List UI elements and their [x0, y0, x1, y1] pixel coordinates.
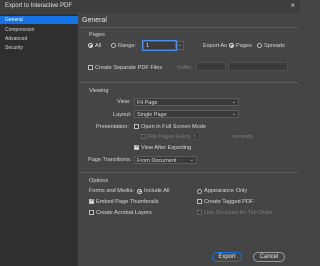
seconds-label: seconds: [232, 133, 253, 140]
viewing-group-label: Viewing: [89, 88, 109, 94]
embed-thumbnails-checkbox[interactable]: [89, 198, 94, 204]
chevron-down-icon: ⌄: [231, 99, 236, 105]
view-after-exporting-checkbox[interactable]: [134, 144, 139, 150]
presentation-label: Presentation:: [96, 124, 129, 130]
chevron-down-icon: ⌄: [231, 111, 236, 117]
range-input[interactable]: 1: [142, 40, 177, 51]
appearance-only-radio[interactable]: [197, 188, 202, 194]
page-transitions-label: Page Transitions:: [88, 157, 132, 163]
pages-all-radio[interactable]: [88, 43, 93, 48]
embed-thumbnails-label: Embed Page Thumbnails: [96, 198, 159, 205]
full-screen-label: Open in Full Screen Mode: [141, 123, 206, 130]
pages-all-label: All: [95, 42, 102, 49]
page-transitions-value: From Document: [137, 157, 177, 164]
sidebar-item-general[interactable]: General: [0, 16, 78, 24]
tab-order-checkbox[interactable]: [197, 210, 202, 215]
suffix-value-field[interactable]: [228, 62, 288, 71]
export-spreads-radio[interactable]: [257, 43, 262, 48]
chevron-down-icon: ⌄: [177, 42, 182, 48]
sidebar-item-security[interactable]: Security: [0, 44, 78, 52]
include-all-radio[interactable]: [137, 188, 142, 194]
tagged-pdf-checkbox[interactable]: [197, 199, 202, 204]
full-screen-checkbox[interactable]: [134, 124, 139, 129]
range-dropdown[interactable]: ⌄: [177, 41, 184, 50]
export-pages-radio[interactable]: [229, 43, 234, 48]
suffix-field[interactable]: [196, 62, 226, 71]
divider: [80, 27, 298, 28]
tab-order-label: Use Structure for Tab Order: [204, 209, 273, 216]
divider: [80, 172, 298, 173]
pages-range-label: Range:: [118, 42, 137, 49]
acrobat-layers-checkbox[interactable]: [89, 210, 94, 215]
export-spreads-label: Spreads: [264, 42, 285, 49]
close-icon[interactable]: ×: [290, 1, 295, 10]
flip-pages-label: Flip Pages Every:: [148, 133, 192, 140]
layout-value: Single Page: [137, 111, 167, 118]
window-title: Export to Interactive PDF: [5, 3, 73, 9]
pages-range-radio[interactable]: [111, 43, 116, 48]
sidebar-item-advanced[interactable]: Advanced: [0, 35, 78, 43]
appearance-only-label: Appearance Only: [204, 188, 248, 194]
flip-pages-checkbox[interactable]: [141, 134, 146, 139]
layout-dropdown[interactable]: Single Page ⌄: [134, 110, 239, 118]
forms-media-label: Forms and Media:: [89, 188, 135, 194]
cancel-button[interactable]: Cancel: [253, 252, 285, 262]
pages-group-label: Pages: [89, 32, 105, 38]
export-button[interactable]: Export: [212, 252, 242, 262]
page-title: General: [82, 17, 107, 24]
separate-files-checkbox[interactable]: [88, 65, 93, 70]
flip-seconds-value: 5: [193, 133, 197, 140]
suffix-label: Suffix:: [177, 64, 193, 71]
options-group-label: Options: [89, 178, 109, 184]
separate-files-label: Create Separate PDF Files: [95, 64, 163, 71]
view-label: View:: [117, 99, 131, 105]
divider: [80, 82, 298, 83]
flip-seconds-input[interactable]: 5: [190, 132, 200, 140]
chevron-down-icon: ⌄: [189, 157, 194, 163]
include-all-label: Include All: [144, 188, 170, 194]
tagged-pdf-label: Create Tagged PDF: [204, 198, 254, 205]
export-as-label: Export As: [203, 42, 227, 49]
view-after-exporting-label: View After Exporting: [141, 144, 192, 151]
layout-label: Layout:: [113, 112, 132, 118]
acrobat-layers-label: Create Acrobat Layers: [96, 209, 152, 216]
view-dropdown[interactable]: Fit Page ⌄: [134, 98, 239, 106]
range-value: 1: [146, 43, 150, 49]
export-pages-label: Pages: [236, 42, 252, 49]
sidebar-item-compression[interactable]: Compression: [0, 26, 78, 34]
page-transitions-dropdown[interactable]: From Document ⌄: [134, 156, 197, 164]
view-value: Fit Page: [137, 99, 158, 106]
